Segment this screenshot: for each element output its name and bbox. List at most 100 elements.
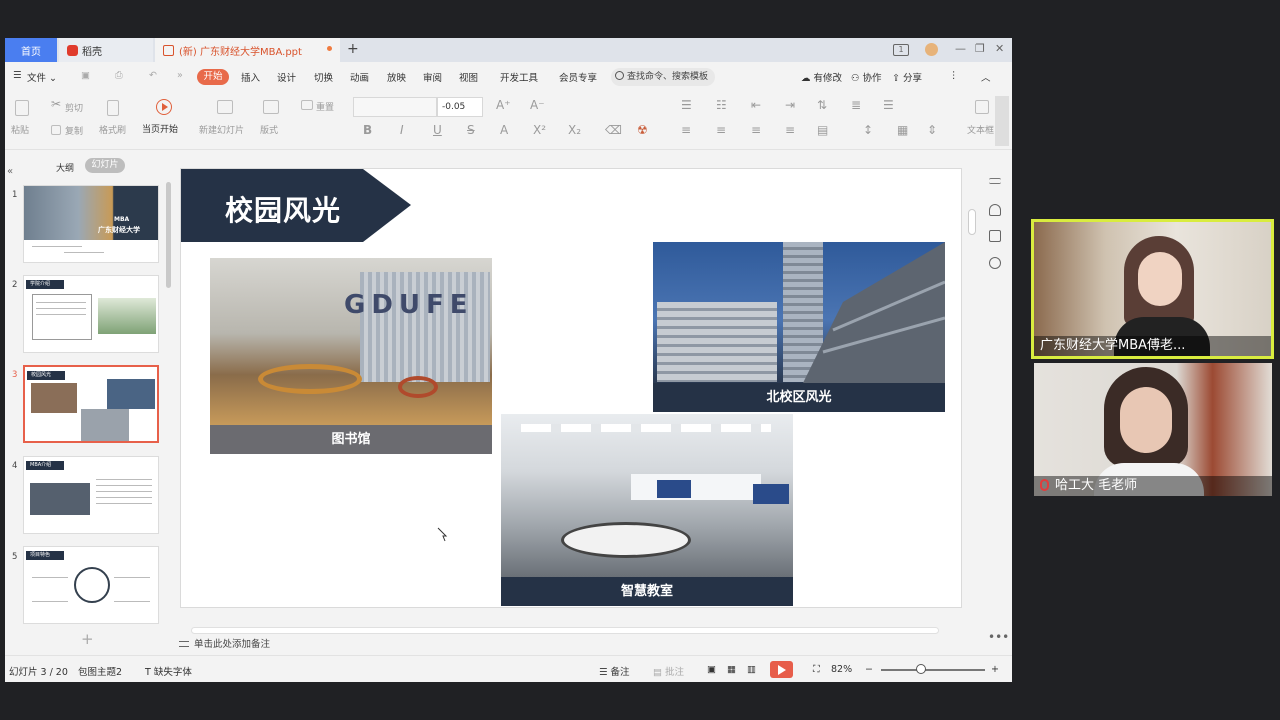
pin-icon[interactable] xyxy=(989,204,1001,216)
properties-icon[interactable] xyxy=(989,178,1001,184)
command-search-input[interactable]: 查找命令、搜索模板 xyxy=(611,68,715,86)
more-options-icon[interactable]: ⋮ xyxy=(949,70,959,81)
strikethrough-icon[interactable]: S xyxy=(467,123,475,137)
tab-outline[interactable]: 大纲 xyxy=(56,161,74,174)
align-right-icon[interactable]: ≡ xyxy=(751,123,761,137)
hamburger-icon[interactable]: ☰ xyxy=(13,70,22,81)
increase-font-icon[interactable]: A⁺ xyxy=(496,98,511,112)
video-tile-participant-1[interactable]: 广东财经大学MBA傅老... xyxy=(1031,219,1274,359)
bold-icon[interactable]: B xyxy=(363,123,372,137)
slide-scroll-thumb[interactable] xyxy=(968,209,976,235)
textbox-icon[interactable] xyxy=(975,100,989,114)
reset-icon[interactable] xyxy=(301,100,313,110)
slide-thumbnail-3[interactable]: 校园风光 xyxy=(23,365,159,443)
more-chevron-icon[interactable]: » xyxy=(177,70,183,81)
font-color-icon[interactable]: A xyxy=(500,123,508,137)
copy-icon[interactable] xyxy=(51,125,61,135)
justify-icon[interactable]: ≡ xyxy=(785,123,795,137)
more-dots-icon[interactable]: ••• xyxy=(988,630,1009,644)
fit-window-icon[interactable]: ⛶ xyxy=(813,664,820,675)
slide-title[interactable]: 校园风光 xyxy=(225,189,341,229)
new-slide-button[interactable]: 新建幻灯片 xyxy=(199,123,244,136)
slide-thumbnail-1[interactable]: MBA 广东财经大学 xyxy=(23,185,159,263)
new-slide-icon[interactable] xyxy=(217,100,233,114)
tab-home[interactable]: 首页 xyxy=(5,38,57,62)
zoom-slider[interactable] xyxy=(881,669,985,671)
decrease-indent-icon[interactable]: ⇤ xyxy=(751,98,761,112)
align-left-icon[interactable]: ≡ xyxy=(681,123,691,137)
font-size-input[interactable]: -0.05 xyxy=(437,97,483,117)
undo-icon[interactable]: ↶ xyxy=(149,70,157,81)
paste-button[interactable]: 粘贴 xyxy=(11,123,29,136)
tab-daoke[interactable]: 稻壳 xyxy=(59,38,153,62)
slide-thumbnail-2[interactable]: 学院介绍 xyxy=(23,275,159,353)
menu-review[interactable]: 审阅 xyxy=(423,70,442,84)
reading-view-icon[interactable]: ▥ xyxy=(747,664,756,675)
library-photo[interactable]: GDUFE 图书馆 xyxy=(210,258,492,454)
north-campus-photo[interactable]: 北校区风光 xyxy=(653,242,945,412)
copy-panel-icon[interactable] xyxy=(989,230,1001,242)
textbox-button[interactable]: 文本框 xyxy=(967,123,994,136)
save-icon[interactable]: ▣ xyxy=(81,70,90,81)
spacing-menu-icon[interactable]: ⇕ xyxy=(927,123,937,137)
slide-horizontal-scrollbar[interactable] xyxy=(191,627,939,634)
distribute-icon[interactable]: ▤ xyxy=(817,123,828,137)
menu-slideshow[interactable]: 放映 xyxy=(387,70,406,84)
paste-icon[interactable] xyxy=(15,100,29,116)
print-icon[interactable]: ⎙ xyxy=(115,70,123,81)
format-painter-icon[interactable] xyxy=(107,100,119,116)
slide-canvas[interactable]: 校园风光 GDUFE 图书馆 北校区风光 智慧教室 xyxy=(181,169,961,607)
text-effect-icon[interactable]: ☢ xyxy=(637,123,648,137)
minimize-button[interactable]: — xyxy=(955,42,966,55)
text-direction-icon[interactable]: ⇅ xyxy=(817,98,827,112)
tab-document[interactable]: (新) 广东财经大学MBA.ppt xyxy=(155,38,340,62)
theme-name[interactable]: 包图主题2 xyxy=(78,664,122,678)
ribbon-scrollbar[interactable] xyxy=(995,96,1009,146)
user-avatar[interactable] xyxy=(925,43,938,56)
number-list-icon[interactable]: ☷ xyxy=(716,98,727,112)
comments-toggle[interactable]: ▤ 批注 xyxy=(653,664,684,678)
zoom-slider-knob[interactable] xyxy=(916,664,926,674)
add-slide-button[interactable]: + xyxy=(81,630,94,648)
missing-font-button[interactable]: T 缺失字体 xyxy=(145,664,192,678)
slide-thumbnail-4[interactable]: MBA介绍 xyxy=(23,456,159,534)
menu-insert[interactable]: 插入 xyxy=(241,70,260,84)
collapse-panel-icon[interactable]: « xyxy=(7,166,13,177)
align-text-icon[interactable]: ≣ xyxy=(851,98,861,112)
changes-button[interactable]: ☁ 有修改 xyxy=(801,70,842,84)
notes-placeholder[interactable]: 单击此处添加备注 xyxy=(194,636,270,650)
notes-toggle[interactable]: ☰ 备注 xyxy=(599,664,630,678)
menu-start[interactable]: 开始 xyxy=(197,69,229,85)
help-icon[interactable] xyxy=(989,257,1001,269)
line-spacing-icon[interactable]: ☰ xyxy=(883,98,894,112)
maximize-button[interactable]: ❐ xyxy=(975,42,985,55)
font-name-select[interactable] xyxy=(353,97,437,117)
superscript-icon[interactable]: X² xyxy=(533,123,546,137)
share-button[interactable]: ⇪ 分享 xyxy=(892,70,922,84)
paragraph-spacing-icon[interactable]: ↕ xyxy=(863,123,873,137)
cut-button[interactable]: 剪切 xyxy=(65,101,83,114)
video-tile-participant-2[interactable]: 哈工大 毛老师 xyxy=(1034,363,1272,496)
menu-developer[interactable]: 开发工具 xyxy=(500,70,538,84)
play-slideshow-button[interactable] xyxy=(770,661,793,678)
zoom-in-button[interactable]: + xyxy=(991,664,999,675)
collapse-ribbon-icon[interactable]: ︿ xyxy=(981,70,991,84)
slide-thumbnail-5[interactable]: 项目特色 xyxy=(23,546,159,624)
menu-transition[interactable]: 切换 xyxy=(314,70,333,84)
menu-design[interactable]: 设计 xyxy=(277,70,296,84)
reset-button[interactable]: 重置 xyxy=(316,100,334,113)
menu-animation[interactable]: 动画 xyxy=(350,70,369,84)
collab-button[interactable]: ⚇ 协作 xyxy=(851,70,882,84)
columns-icon[interactable]: ▦ xyxy=(897,123,908,137)
layout-button[interactable]: 版式 xyxy=(260,123,278,136)
align-center-icon[interactable]: ≡ xyxy=(716,123,726,137)
bullet-list-icon[interactable]: ☰ xyxy=(681,98,692,112)
grid-view-icon[interactable]: ▦ xyxy=(727,664,736,675)
play-from-current-icon[interactable] xyxy=(156,99,172,115)
underline-icon[interactable]: U xyxy=(433,123,442,137)
normal-view-icon[interactable]: ▣ xyxy=(707,664,716,675)
italic-icon[interactable]: I xyxy=(400,123,404,137)
subscript-icon[interactable]: X₂ xyxy=(568,123,581,137)
thumbnail-scrollbar[interactable] xyxy=(166,182,171,288)
close-button[interactable]: ✕ xyxy=(995,42,1004,55)
